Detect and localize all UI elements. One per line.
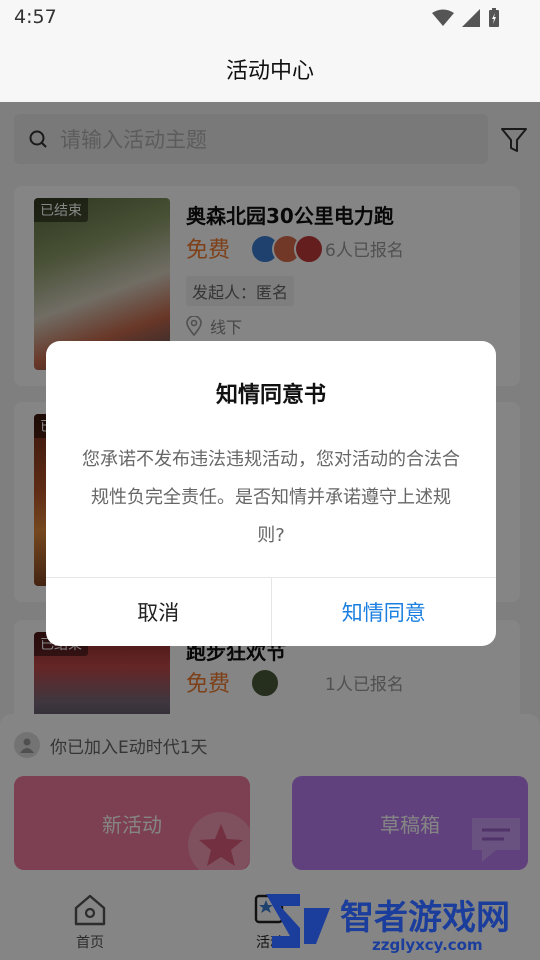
wifi-icon [432,9,454,26]
battery-icon [489,8,499,27]
site-watermark: 智者游戏网 zzglyxcy.com [260,886,540,960]
status-icons [432,8,500,28]
dialog-actions: 取消 知情同意 [46,577,496,646]
dialog-message: 您承诺不发布违法违规活动，您对活动的合法合规性负完全责任。是否知情并承诺遵守上述… [82,449,460,546]
watermark-logo-icon [266,894,330,948]
dialog-title: 知情同意书 [215,383,326,408]
page-title: 活动中心 [225,59,314,84]
agree-button[interactable]: 知情同意 [272,578,497,646]
signal-icon [462,9,480,27]
watermark-title: 智者游戏网 [340,898,510,938]
watermark-url: zzglyxcy.com [372,936,483,954]
consent-dialog: 知情同意书 您承诺不发布违法违规活动，您对活动的合法合规性负完全责任。是否知情并… [46,341,496,646]
cancel-button[interactable]: 取消 [46,578,272,646]
status-bar: 4:57 [0,0,540,36]
app-header: 活动中心 [0,36,540,102]
status-time: 4:57 [14,6,57,28]
